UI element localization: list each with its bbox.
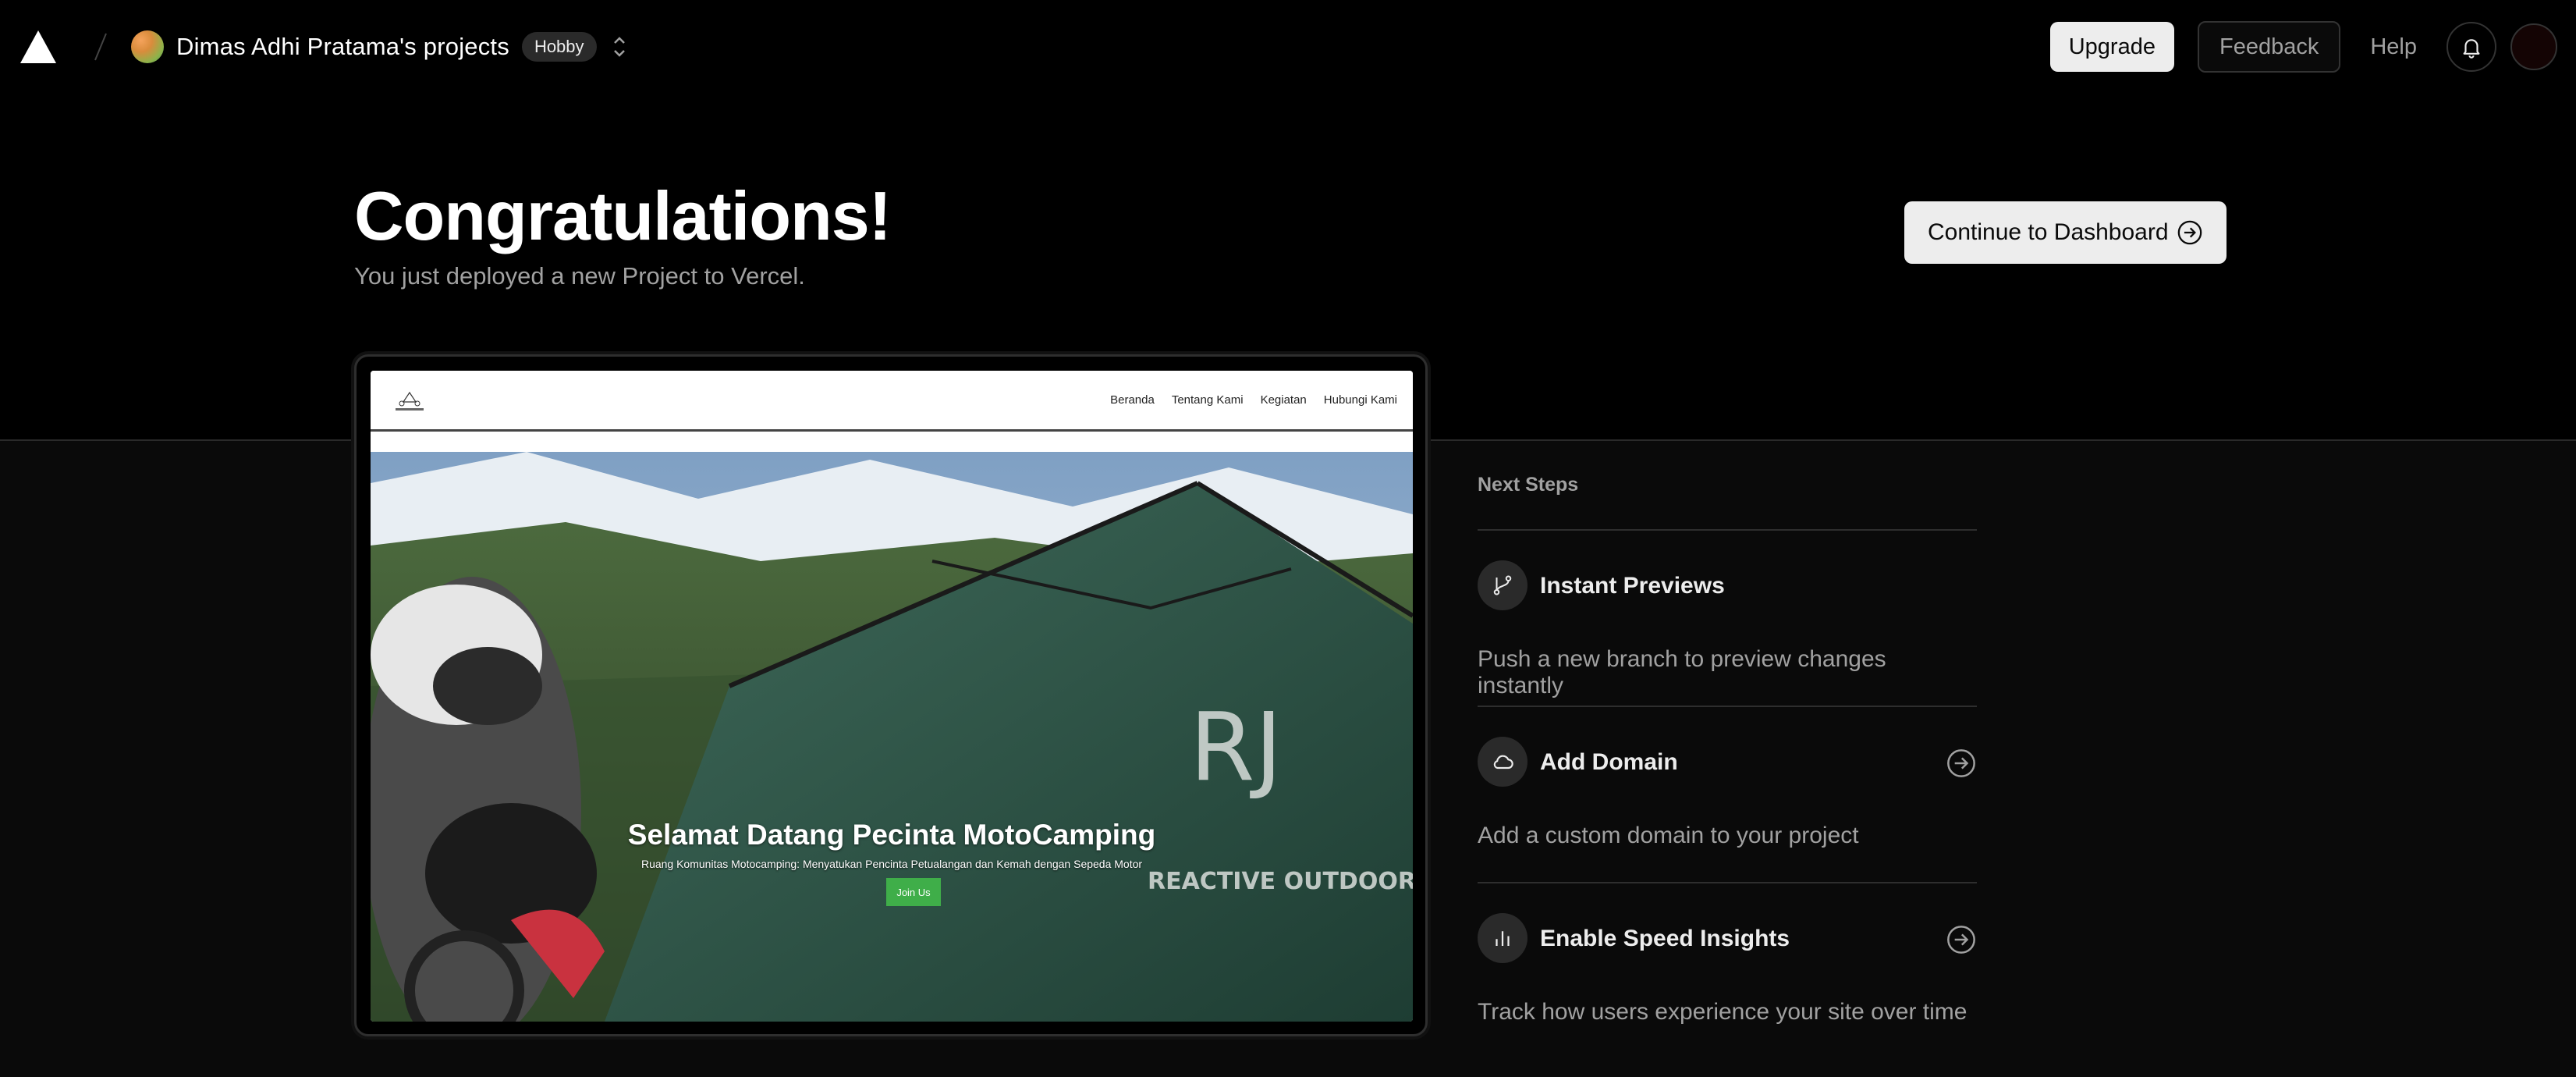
next-step-title: Enable Speed Insights [1540, 926, 1790, 951]
preview-hero-image: RJ REACTIVE OUTDOOR Selamat Datang Pecin… [371, 452, 1413, 1022]
next-step-title: Instant Previews [1540, 573, 1725, 599]
preview-screenshot: Beranda Tentang Kami Kegiatan Hubungi Ka… [371, 371, 1413, 1022]
team-name[interactable]: Dimas Adhi Pratama's projects [176, 33, 509, 61]
notifications-button[interactable] [2446, 22, 2496, 72]
arrow-circle-right-icon [2177, 220, 2202, 245]
feedback-button[interactable]: Feedback [2197, 21, 2341, 73]
cloud-icon [1478, 737, 1528, 787]
git-branch-icon [1478, 560, 1528, 610]
help-link[interactable]: Help [2370, 34, 2417, 60]
user-avatar[interactable] [2510, 23, 2557, 70]
breadcrumb-separator [94, 33, 107, 61]
next-step-description: Track how users experience your site ove… [1478, 999, 1967, 1025]
next-step-instant-previews[interactable]: Instant Previews Push a new branch to pr… [1478, 529, 1977, 706]
next-steps: Next Steps Instant Previews Push a new b… [1478, 468, 1977, 1058]
next-step-speed-insights[interactable]: Enable Speed Insights Track how users ex… [1478, 882, 1977, 1058]
preview-nav-item: Kegiatan [1260, 393, 1307, 407]
upgrade-button[interactable]: Upgrade [2049, 22, 2174, 72]
next-steps-heading: Next Steps [1478, 474, 1579, 496]
page-subtitle: You just deployed a new Project to Verce… [354, 262, 805, 290]
deployment-preview[interactable]: Beranda Tentang Kami Kegiatan Hubungi Ka… [354, 354, 1428, 1036]
preview-join-button: Join Us [886, 878, 941, 906]
team-avatar[interactable] [131, 30, 164, 63]
bar-chart-icon [1478, 913, 1528, 963]
top-navbar: Dimas Adhi Pratama's projects Hobby Upgr… [0, 0, 2576, 94]
navbar-actions: Upgrade Feedback Help [2049, 21, 2557, 73]
arrow-circle-right-icon[interactable] [1946, 924, 1977, 955]
next-step-add-domain[interactable]: Add Domain Add a custom domain to your p… [1478, 706, 1977, 882]
moto-camping-logo [396, 391, 424, 411]
plan-badge: Hobby [521, 32, 597, 62]
arrow-circle-right-icon[interactable] [1946, 748, 1977, 779]
preview-hero-title: Selamat Datang Pecinta MotoCamping [627, 819, 1156, 851]
continue-label: Continue to Dashboard [1928, 219, 2169, 245]
preview-hero-subtitle: Ruang Komunitas Motocamping: Menyatukan … [640, 858, 1143, 870]
preview-nav-item: Beranda [1110, 393, 1155, 407]
preview-nav-item: Hubungi Kami [1323, 393, 1397, 407]
preview-nav-item: Tentang Kami [1171, 393, 1244, 407]
next-step-title: Add Domain [1540, 749, 1678, 775]
page-title: Congratulations! [354, 177, 892, 254]
svg-text:RJ: RJ [1190, 694, 1283, 802]
preview-site-header: Beranda Tentang Kami Kegiatan Hubungi Ka… [371, 371, 1413, 432]
vercel-triangle-icon[interactable] [19, 29, 58, 65]
tent-brand-text: REACTIVE OUTDOOR [1148, 868, 1413, 895]
next-step-description: Add a custom domain to your project [1478, 823, 1859, 848]
next-step-description: Push a new branch to preview changes ins… [1478, 646, 1886, 698]
preview-site-nav: Beranda Tentang Kami Kegiatan Hubungi Ka… [1110, 393, 1397, 407]
team-switcher-chevrons-icon[interactable] [608, 33, 631, 61]
bell-icon [2463, 39, 2480, 59]
continue-to-dashboard-button[interactable]: Continue to Dashboard [1904, 201, 2227, 264]
